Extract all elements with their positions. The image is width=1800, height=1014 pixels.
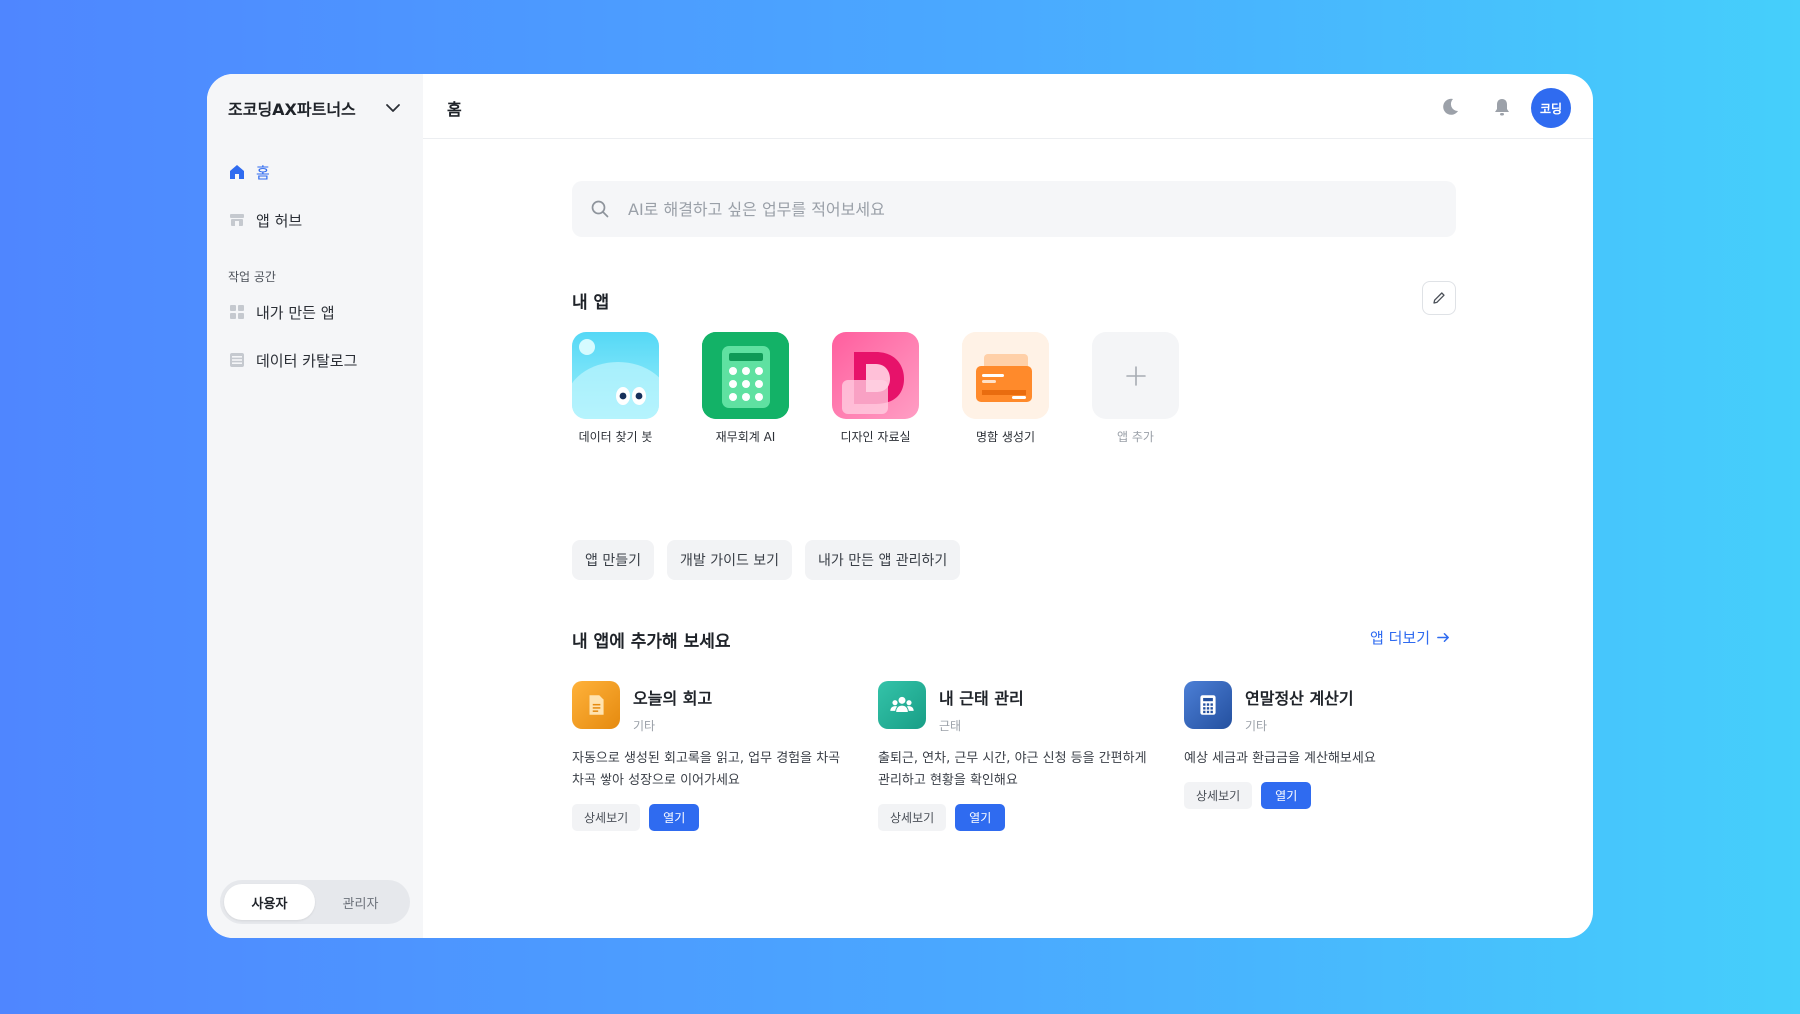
sidebar-item-my-apps[interactable]: 내가 만든 앱 — [228, 298, 335, 326]
more-apps-link[interactable]: 앱 더보기 — [1370, 627, 1451, 648]
calculator-icon — [702, 332, 789, 419]
card-description: 출퇴근, 연차, 근무 시간, 야근 신청 등을 간편하게 관리하고 현황을 확… — [878, 751, 1147, 788]
workspace-section-label: 작업 공간 — [228, 270, 276, 284]
app-design-library[interactable]: 디자인 자료실 — [832, 332, 919, 445]
open-button[interactable]: 열기 — [1261, 782, 1312, 809]
grid-icon — [228, 303, 246, 321]
sidebar-item-home[interactable]: 홈 — [228, 158, 270, 186]
sidebar-item-label: 내가 만든 앱 — [256, 303, 335, 322]
search-bar[interactable] — [572, 181, 1456, 237]
sidebar-item-data-catalog[interactable]: 데이터 카탈로그 — [228, 346, 357, 374]
app-data-finder-bot[interactable]: 데이터 찾기 봇 — [572, 332, 659, 445]
my-apps-title: 내 앱 — [572, 293, 610, 313]
recommend-title: 내 앱에 추가해 보세요 — [572, 632, 731, 652]
app-label: 데이터 찾기 봇 — [578, 430, 653, 444]
home-icon — [228, 163, 246, 181]
moon-icon[interactable] — [1439, 96, 1461, 118]
pencil-icon — [1433, 292, 1445, 304]
create-app-chip[interactable]: 앱 만들기 — [572, 540, 654, 580]
app-label: 명함 생성기 — [975, 430, 1035, 444]
sidebar-item-label: 홈 — [256, 163, 270, 182]
card-title: 오늘의 회고 — [633, 689, 713, 708]
detail-button[interactable]: 상세보기 — [572, 804, 641, 831]
main-content: 홈 코딩 내 앱 — [423, 74, 1593, 938]
detail-button[interactable]: 상세보기 — [1184, 782, 1253, 809]
manage-apps-chip[interactable]: 내가 만든 앱 관리하기 — [805, 540, 961, 580]
my-apps-list: 데이터 찾기 봇 재무회계 AI 디자인 자료실 명함 생성기 앱 추가 — [572, 332, 1179, 445]
app-business-card-generator[interactable]: 명함 생성기 — [962, 332, 1049, 445]
document-icon — [572, 681, 620, 729]
open-button[interactable]: 열기 — [649, 804, 700, 831]
bot-icon — [572, 332, 659, 419]
org-switcher[interactable]: 조코딩AX파트너스 — [228, 94, 403, 122]
role-admin-button[interactable]: 관리자 — [315, 884, 406, 920]
org-name: 조코딩AX파트너스 — [228, 100, 356, 119]
card-description: 예상 세금과 환급금을 계산해보세요 — [1184, 751, 1376, 766]
sidebar-item-label: 데이터 카탈로그 — [256, 351, 358, 370]
quick-actions: 앱 만들기 개발 가이드 보기 내가 만든 앱 관리하기 — [572, 540, 961, 580]
app-label: 디자인 자료실 — [840, 430, 911, 444]
card-icon — [962, 332, 1049, 419]
app-label: 앱 추가 — [1117, 430, 1154, 444]
chevron-down-icon — [386, 104, 400, 112]
people-icon — [878, 681, 926, 729]
plus-icon — [1092, 332, 1179, 419]
recommend-card-tax-calculator: 연말정산 계산기 기타 예상 세금과 환급금을 계산해보세요 상세보기 열기 — [1184, 681, 1456, 809]
card-category: 기타 — [633, 719, 656, 733]
app-finance-ai[interactable]: 재무회계 AI — [702, 332, 789, 445]
more-apps-label: 앱 더보기 — [1370, 629, 1430, 647]
design-icon — [832, 332, 919, 419]
recommend-card-retrospective: 오늘의 회고 기타 자동으로 생성된 회고록을 읽고, 업무 경험을 차곡차곡 … — [572, 681, 844, 831]
add-app-button[interactable]: 앱 추가 — [1092, 332, 1179, 445]
sidebar-item-app-hub[interactable]: 앱 허브 — [228, 206, 302, 234]
avatar[interactable]: 코딩 — [1531, 88, 1571, 128]
role-toggle: 사용자 관리자 — [220, 880, 410, 924]
card-category: 기타 — [1245, 719, 1268, 733]
top-bar: 홈 코딩 — [423, 74, 1593, 139]
recommend-card-attendance: 내 근태 관리 근태 출퇴근, 연차, 근무 시간, 야근 신청 등을 간편하게… — [878, 681, 1150, 831]
store-icon — [228, 211, 246, 229]
sidebar: 조코딩AX파트너스 홈 앱 허브 작업 공간 내가 만든 앱 데이터 카탈로그 … — [207, 74, 423, 938]
dev-guide-chip[interactable]: 개발 가이드 보기 — [666, 540, 793, 580]
open-button[interactable]: 열기 — [955, 804, 1006, 831]
calculator-icon — [1184, 681, 1232, 729]
card-category: 근태 — [939, 719, 962, 733]
card-title: 연말정산 계산기 — [1245, 689, 1354, 708]
card-description: 자동으로 생성된 회고록을 읽고, 업무 경험을 차곡차곡 쌓아 성장으로 이어… — [572, 751, 841, 788]
sidebar-item-label: 앱 허브 — [256, 211, 303, 230]
app-window: 조코딩AX파트너스 홈 앱 허브 작업 공간 내가 만든 앱 데이터 카탈로그 … — [207, 74, 1593, 938]
app-label: 재무회계 AI — [715, 430, 776, 444]
bell-icon[interactable] — [1491, 96, 1513, 118]
page-title: 홈 — [447, 100, 462, 119]
role-user-button[interactable]: 사용자 — [224, 884, 315, 920]
card-title: 내 근태 관리 — [939, 689, 1024, 708]
arrow-right-icon — [1437, 633, 1449, 642]
search-input[interactable] — [628, 199, 1408, 219]
detail-button[interactable]: 상세보기 — [878, 804, 947, 831]
search-icon — [591, 200, 609, 218]
list-icon — [228, 351, 246, 369]
edit-apps-button[interactable] — [1422, 281, 1456, 315]
